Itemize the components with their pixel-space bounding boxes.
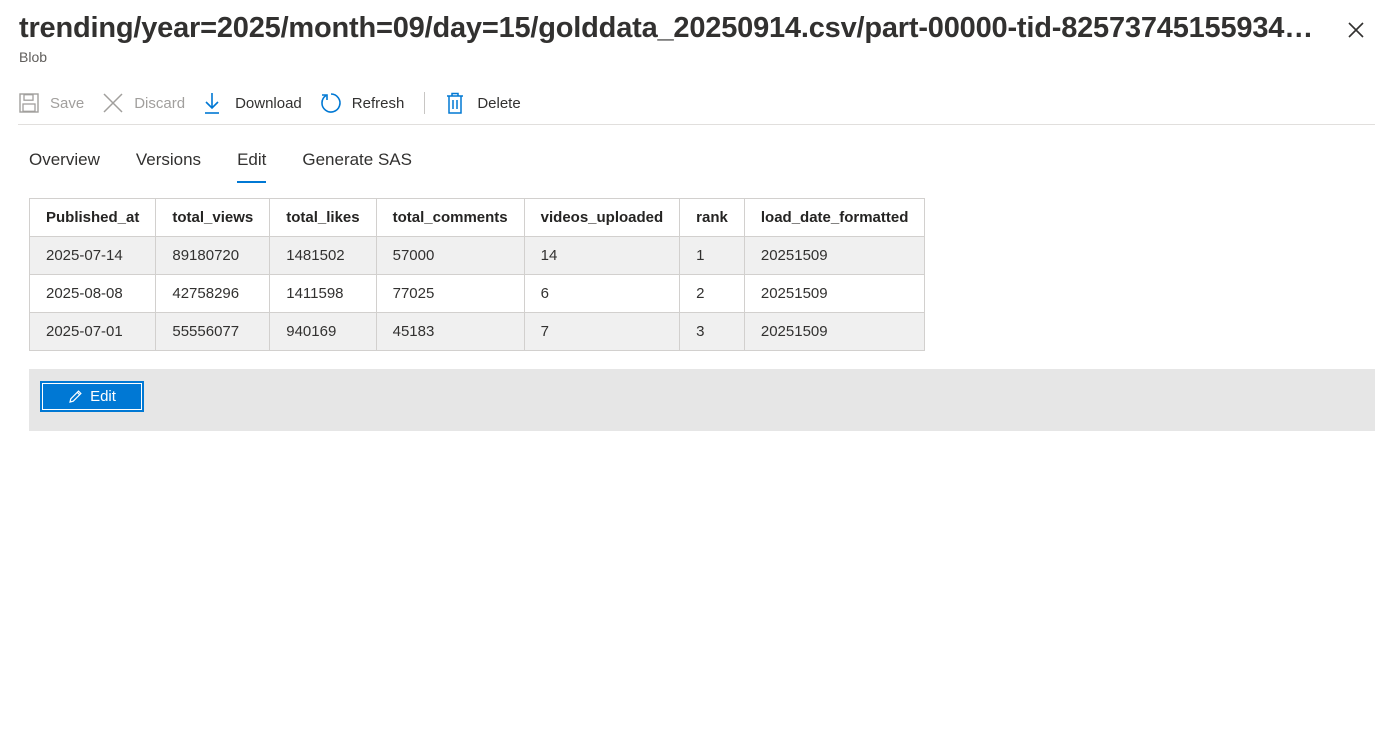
discard-label: Discard	[134, 94, 186, 112]
table-cell: 20251509	[743, 274, 926, 313]
table-cell: 2025-07-14	[28, 236, 157, 275]
page-subtitle: Blob	[19, 49, 48, 65]
table-cell: 2025-08-08	[28, 274, 157, 313]
table-cell: 2	[679, 274, 745, 313]
tab-list: Overview Versions Edit Generate SAS	[29, 150, 448, 183]
edit-button-label: Edit	[90, 388, 116, 405]
table-cell: 42758296	[155, 274, 271, 313]
column-header-total-views: total_views	[155, 198, 271, 237]
table-cell: 77025	[375, 274, 525, 313]
toolbar-divider	[424, 92, 426, 114]
download-icon	[203, 91, 229, 115]
table-cell: 2025-07-01	[28, 312, 157, 351]
discard-icon	[102, 91, 128, 115]
table-cell: 45183	[375, 312, 525, 351]
refresh-icon	[320, 91, 346, 115]
discard-button[interactable]: Discard	[102, 84, 185, 122]
page-title: trending/year=2025/month=09/day=15/goldd…	[19, 12, 1314, 44]
column-header-rank: rank	[679, 198, 745, 237]
close-icon	[1348, 22, 1364, 38]
refresh-label: Refresh	[351, 94, 405, 112]
table-cell: 7	[523, 312, 681, 351]
save-icon	[18, 91, 44, 115]
csv-preview-table: Published_at total_views total_likes tot…	[28, 198, 926, 351]
tab-generate-sas[interactable]: Generate SAS	[302, 150, 412, 183]
table-cell: 1411598	[269, 274, 377, 313]
table-cell: 940169	[269, 312, 377, 351]
blade-header: trending/year=2025/month=09/day=15/goldd…	[19, 10, 1319, 66]
refresh-button[interactable]: Refresh	[320, 84, 405, 122]
delete-label: Delete	[477, 94, 521, 112]
column-header-videos-uploaded: videos_uploaded	[523, 198, 681, 237]
tab-edit[interactable]: Edit	[237, 150, 267, 183]
column-header-published-at: Published_at	[28, 198, 157, 237]
table-row: 2025-08-08 42758296 1411598 77025 6 2 20…	[28, 274, 926, 313]
column-header-total-likes: total_likes	[269, 198, 377, 237]
download-label: Download	[235, 94, 302, 112]
edit-button[interactable]: Edit	[40, 381, 144, 412]
table-cell: 57000	[375, 236, 525, 275]
pencil-icon	[68, 389, 83, 404]
table-cell: 1481502	[269, 236, 377, 275]
delete-button[interactable]: Delete	[445, 84, 521, 122]
table-cell: 14	[523, 236, 681, 275]
command-bar: Save Discard Download Refresh Delete	[18, 84, 1375, 125]
trash-icon	[445, 91, 471, 115]
edit-action-bar: Edit	[29, 369, 1375, 431]
save-label: Save	[50, 94, 85, 112]
table-cell: 1	[679, 236, 745, 275]
download-button[interactable]: Download	[203, 84, 302, 122]
table-cell: 89180720	[155, 236, 271, 275]
table-cell: 20251509	[743, 312, 926, 351]
table-cell: 20251509	[743, 236, 926, 275]
column-header-load-date-formatted: load_date_formatted	[743, 198, 926, 237]
table-row: 2025-07-14 89180720 1481502 57000 14 1 2…	[28, 236, 926, 275]
table-cell: 6	[523, 274, 681, 313]
table-cell: 3	[679, 312, 745, 351]
tab-versions[interactable]: Versions	[136, 150, 201, 183]
table-cell: 55556077	[155, 312, 271, 351]
table-row: 2025-07-01 55556077 940169 45183 7 3 202…	[28, 312, 926, 351]
column-header-total-comments: total_comments	[375, 198, 525, 237]
close-button[interactable]	[1344, 18, 1368, 42]
table-header-row: Published_at total_views total_likes tot…	[28, 198, 926, 237]
save-button[interactable]: Save	[18, 84, 84, 122]
tab-overview[interactable]: Overview	[29, 150, 100, 183]
